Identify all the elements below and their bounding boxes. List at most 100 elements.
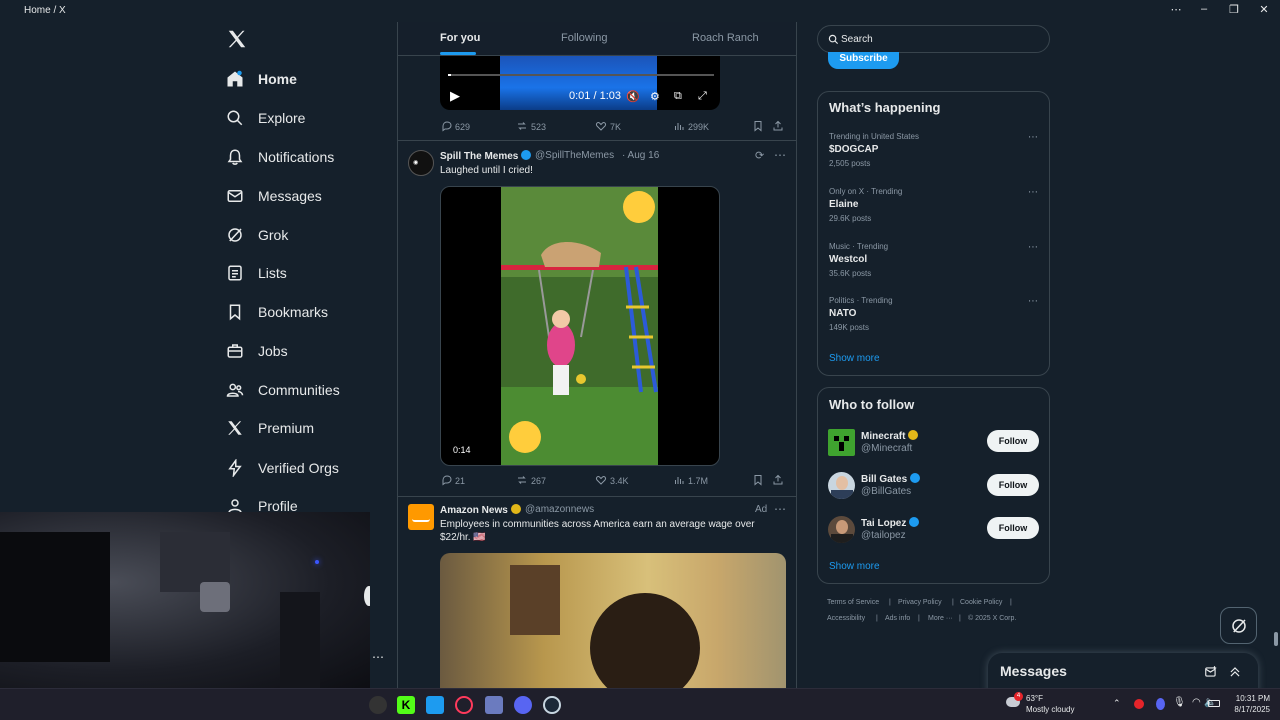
- views-icon[interactable]: [673, 474, 685, 486]
- microphone-icon[interactable]: 🎙: [1173, 697, 1186, 708]
- snipping-tool-icon[interactable]: [485, 696, 503, 714]
- pip-icon[interactable]: ⧉: [674, 90, 682, 103]
- post2-date[interactable]: · Aug 16: [622, 150, 659, 161]
- avatar[interactable]: [828, 516, 855, 543]
- share-icon[interactable]: [772, 120, 784, 132]
- more-options-icon[interactable]: ⋯: [372, 650, 384, 664]
- footer-link[interactable]: Cookie Policy: [960, 599, 1002, 606]
- show-more-link[interactable]: Show more: [829, 353, 880, 364]
- battery-icon[interactable]: [1208, 700, 1220, 707]
- footer-link[interactable]: Terms of Service: [827, 599, 879, 606]
- nav-home[interactable]: Home: [226, 65, 297, 93]
- nav-premium[interactable]: Premium: [226, 414, 314, 442]
- account-name[interactable]: Minecraft: [861, 430, 919, 442]
- show-more-link[interactable]: Show more: [829, 561, 880, 572]
- nav-bookmarks[interactable]: Bookmarks: [226, 298, 328, 326]
- settings-icon[interactable]: ⚙: [650, 90, 660, 103]
- mute-icon[interactable]: 🔇: [626, 90, 640, 103]
- tray-app-icon[interactable]: [1156, 698, 1165, 710]
- tray-expand-icon[interactable]: ⌃: [1113, 698, 1121, 709]
- follow-button[interactable]: Follow: [987, 474, 1039, 496]
- nav-lists[interactable]: Lists: [226, 259, 287, 287]
- trend-name[interactable]: Westcol: [829, 254, 867, 265]
- account-name[interactable]: Tai Lopez: [861, 517, 920, 529]
- avatar[interactable]: [408, 504, 434, 530]
- play-icon[interactable]: ▶: [450, 88, 460, 104]
- tab-roach-ranch[interactable]: Roach Ranch: [692, 32, 759, 44]
- minimize-icon[interactable]: –: [1194, 3, 1214, 15]
- opera-icon[interactable]: [455, 696, 473, 714]
- heart-icon[interactable]: [595, 120, 607, 132]
- nav-communities[interactable]: Communities: [226, 376, 340, 404]
- bookmark-icon[interactable]: [752, 120, 764, 132]
- footer-more-link[interactable]: More ···: [928, 615, 953, 622]
- taskbar-clock[interactable]: 10:31 PM 8/17/2025: [1220, 693, 1270, 715]
- post-menu-icon[interactable]: ⋯: [774, 502, 786, 516]
- discord-icon[interactable]: [514, 696, 532, 714]
- kick-icon[interactable]: K: [397, 696, 415, 714]
- footer-link[interactable]: Privacy Policy: [898, 599, 942, 606]
- scrollbar-thumb[interactable]: [1274, 632, 1278, 646]
- trend-menu-icon[interactable]: ⋯: [1028, 296, 1038, 307]
- trend-menu-icon[interactable]: ⋯: [1028, 132, 1038, 143]
- avatar[interactable]: [828, 429, 855, 456]
- wifi-icon[interactable]: ◠: [1192, 697, 1201, 708]
- subscribe-button[interactable]: Subscribe: [828, 52, 899, 69]
- new-message-icon[interactable]: [1204, 665, 1218, 679]
- post2-author[interactable]: Spill The Memes: [440, 150, 532, 162]
- weather-widget[interactable]: 63°F Mostly cloudy: [1026, 693, 1074, 715]
- app-icon[interactable]: [369, 696, 387, 714]
- maximize-icon[interactable]: ❐: [1224, 3, 1244, 16]
- post2-video[interactable]: 0:14: [440, 186, 720, 466]
- views-icon[interactable]: [673, 120, 685, 132]
- trend-name[interactable]: NATO: [829, 308, 856, 319]
- tab-for-you[interactable]: For you: [440, 32, 480, 44]
- follow-button[interactable]: Follow: [987, 430, 1039, 452]
- steam-icon[interactable]: [543, 696, 561, 714]
- trend-name[interactable]: $DOGCAP: [829, 144, 878, 155]
- reply-icon[interactable]: [441, 474, 453, 486]
- twitter-app-icon[interactable]: [426, 696, 444, 714]
- chevron-up-icon[interactable]: [1228, 665, 1242, 679]
- footer-link[interactable]: Accessibility: [827, 615, 865, 622]
- page-scrollbar[interactable]: [1271, 22, 1280, 688]
- tab-following[interactable]: Following: [561, 32, 607, 44]
- trend-menu-icon[interactable]: ⋯: [1028, 242, 1038, 253]
- avatar[interactable]: ◉: [408, 150, 434, 176]
- video-progress-bar[interactable]: [448, 74, 714, 76]
- nav-verified-orgs[interactable]: Verified Orgs: [226, 454, 339, 482]
- search-input[interactable]: Search: [817, 25, 1050, 53]
- account-name[interactable]: Bill Gates: [861, 473, 921, 485]
- repost-icon[interactable]: [516, 474, 528, 486]
- fullscreen-icon[interactable]: ⤢: [698, 90, 707, 103]
- more-icon[interactable]: ⋯: [1166, 3, 1186, 16]
- follow-button[interactable]: Follow: [987, 517, 1039, 539]
- repost-icon[interactable]: [516, 120, 528, 132]
- post3-image[interactable]: [440, 553, 786, 688]
- post2-handle[interactable]: @SpillTheMemes: [535, 150, 614, 161]
- reply-icon[interactable]: [441, 120, 453, 132]
- nav-notifications[interactable]: Notifications: [226, 143, 334, 171]
- nav-jobs[interactable]: Jobs: [226, 337, 288, 365]
- tray-app-icon[interactable]: [1134, 699, 1144, 709]
- grok-button[interactable]: [1220, 607, 1257, 644]
- nav-explore[interactable]: Explore: [226, 104, 305, 132]
- post1-video[interactable]: ▶ 0:01 / 1:03 🔇 ⚙ ⧉ ⤢: [440, 54, 720, 110]
- post3-handle[interactable]: @amazonnews: [525, 504, 594, 515]
- bookmark-icon[interactable]: [752, 474, 764, 486]
- post-menu-icon[interactable]: ⋯: [774, 148, 786, 162]
- nav-messages[interactable]: Messages: [226, 182, 322, 210]
- heart-icon[interactable]: [595, 474, 607, 486]
- grok-icon[interactable]: ⟳: [755, 149, 764, 162]
- avatar-glyph: ◉: [413, 160, 419, 166]
- post3-author[interactable]: Amazon News: [440, 504, 521, 516]
- avatar[interactable]: [828, 472, 855, 499]
- nav-grok[interactable]: Grok: [226, 221, 288, 249]
- messages-drawer[interactable]: Messages: [988, 653, 1258, 693]
- close-icon[interactable]: ✕: [1254, 3, 1274, 16]
- trend-name[interactable]: Elaine: [829, 199, 858, 210]
- share-icon[interactable]: [772, 474, 784, 486]
- trend-menu-icon[interactable]: ⋯: [1028, 187, 1038, 198]
- x-logo-icon[interactable]: [226, 28, 248, 50]
- footer-link[interactable]: Ads info: [885, 615, 910, 622]
